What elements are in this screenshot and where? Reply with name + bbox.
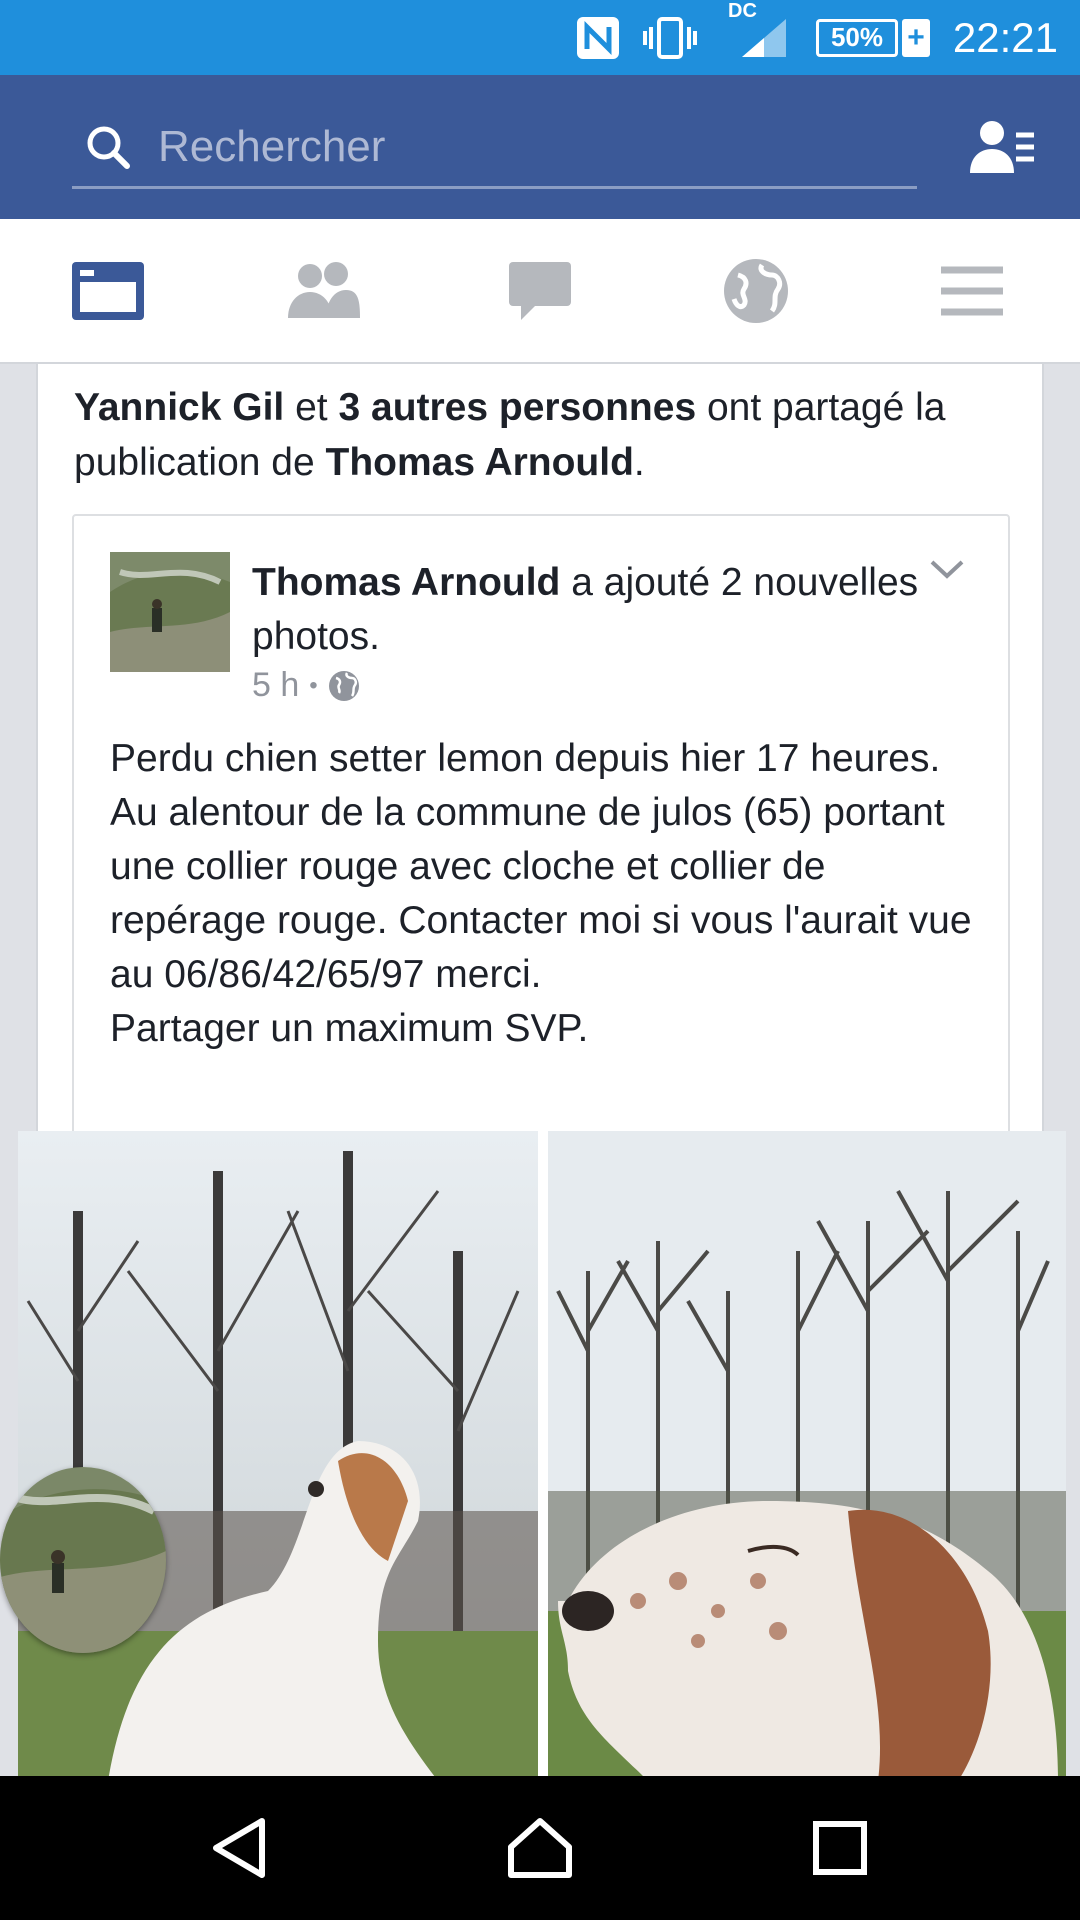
post-options-button[interactable] [922, 550, 972, 590]
hamburger-menu-icon [941, 266, 1003, 316]
post-author-link[interactable]: Thomas Arnould [252, 561, 560, 604]
messages-icon [509, 262, 571, 320]
post-body-text: Perdu chien setter lemon depuis hier 17 … [110, 737, 972, 1050]
nfc-icon [575, 0, 621, 75]
post-meta: 5 h • [252, 666, 360, 705]
period: . [633, 441, 645, 484]
post-photo[interactable] [18, 1131, 538, 1776]
post-timestamp[interactable]: 5 h [252, 666, 299, 705]
chevron-down-icon [930, 560, 964, 579]
photo-grid [18, 1131, 1066, 1776]
tab-notifications[interactable] [716, 255, 796, 327]
recents-button[interactable] [800, 1812, 880, 1884]
back-button[interactable] [200, 1812, 280, 1884]
other-sharers-link[interactable]: 3 autres personnes [338, 386, 696, 429]
friends-icon [288, 262, 360, 318]
charging-indicator: + [902, 18, 930, 57]
home-icon [508, 1818, 572, 1878]
post-headline: Thomas Arnould a ajouté 2 nouvelles phot… [252, 556, 932, 664]
share-header: Yannick Gil et 3 autres personnes ont pa… [74, 380, 1014, 490]
signal-icon [738, 0, 790, 75]
news-feed-icon [72, 262, 144, 320]
shared-story-card: Yannick Gil et 3 autres personnes ont pa… [18, 364, 1066, 1776]
tab-friends[interactable] [284, 255, 364, 327]
recents-icon [813, 1821, 867, 1875]
search-input[interactable] [158, 121, 858, 172]
connector-text: et [295, 386, 328, 429]
clock: 22:21 [952, 13, 1058, 61]
author-avatar[interactable] [110, 552, 230, 672]
friend-requests-button[interactable] [970, 117, 1036, 177]
search-bar[interactable] [72, 107, 917, 189]
search-icon [87, 126, 130, 169]
tab-menu[interactable] [932, 255, 1012, 327]
home-button[interactable] [500, 1812, 580, 1884]
floating-chat-head-avatar[interactable] [0, 1467, 166, 1653]
globe-icon [724, 259, 788, 323]
sharer-name[interactable]: Yannick Gil [74, 386, 284, 429]
news-feed[interactable]: Yannick Gil et 3 autres personnes ont pa… [0, 364, 1080, 1776]
app-header [0, 75, 1080, 219]
battery-percent: 50% [816, 18, 898, 57]
battery-icon: 50% + [816, 0, 930, 75]
system-nav-bar [0, 1776, 1080, 1920]
post-photo[interactable] [548, 1131, 1066, 1776]
vibrate-icon [642, 0, 698, 75]
back-icon [213, 1818, 265, 1878]
status-bar: DC 50% + 22:21 [0, 0, 1080, 75]
tab-messages[interactable] [500, 255, 580, 327]
meta-separator: • [309, 671, 318, 699]
friend-requests-icon [970, 121, 1034, 173]
public-globe-icon [328, 670, 359, 701]
tab-news-feed[interactable] [68, 255, 148, 327]
tab-bar [0, 219, 1080, 364]
original-author-link[interactable]: Thomas Arnould [326, 441, 634, 484]
